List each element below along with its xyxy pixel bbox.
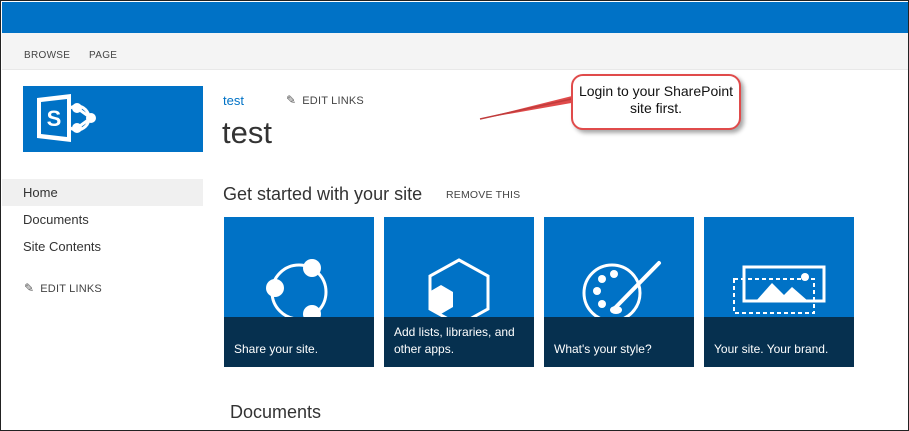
brand-image-icon [704, 217, 854, 317]
breadcrumb[interactable]: test [223, 93, 244, 108]
tile-caption-text: Add lists, libraries, and other apps. [394, 325, 515, 356]
remove-this-link[interactable]: REMOVE THIS [446, 189, 520, 201]
quicklaunch-edit-links-label: EDIT LINKS [40, 283, 102, 295]
palette-icon [544, 217, 694, 323]
get-started-title: Get started with your site [223, 184, 423, 204]
tile-your-brand[interactable]: Your site. Your brand. [704, 217, 854, 367]
documents-heading: Documents [230, 402, 322, 422]
quicklaunch-item-site-contents[interactable]: Site Contents [2, 233, 203, 260]
tile-caption: Share your site. [224, 317, 374, 367]
tab-browse[interactable]: BROWSE [24, 50, 70, 61]
tile-whats-your-style[interactable]: What's your style? [544, 217, 694, 367]
page-title: test [222, 115, 272, 150]
apps-icon [384, 217, 534, 327]
page-frame: BROWSE PAGE S Home Documents Site Conten… [0, 0, 909, 431]
ribbon: BROWSE PAGE [2, 33, 908, 70]
tile-caption-text: Share your site. [234, 342, 319, 356]
tile-share-site[interactable]: Share your site. [224, 217, 374, 367]
tile-caption-text: Your site. Your brand. [714, 342, 829, 356]
top-edit-links-label: EDIT LINKS [302, 95, 364, 107]
quicklaunch-edit-links[interactable]: ✎ EDIT LINKS [24, 281, 102, 295]
callout-text: Login to your SharePoint site first. [578, 83, 734, 116]
share-icon [224, 217, 374, 323]
quicklaunch-item-home[interactable]: Home [2, 179, 203, 206]
top-edit-links[interactable]: ✎ EDIT LINKS [286, 93, 364, 107]
annotation-callout: Login to your SharePoint site first. [571, 74, 741, 130]
sharepoint-logo-icon: S [37, 94, 96, 142]
quicklaunch-item-documents[interactable]: Documents [2, 206, 203, 233]
tile-caption-text: What's your style? [554, 342, 652, 356]
tab-page[interactable]: PAGE [89, 50, 117, 61]
tile-caption: Your site. Your brand. [704, 317, 854, 367]
site-logo[interactable]: S [23, 86, 203, 152]
suite-bar [2, 2, 908, 33]
pencil-icon: ✎ [24, 281, 35, 295]
svg-text:S: S [47, 106, 62, 131]
tile-caption: Add lists, libraries, and other apps. [384, 317, 534, 367]
tile-add-apps[interactable]: Add lists, libraries, and other apps. [384, 217, 534, 367]
tile-caption: What's your style? [544, 317, 694, 367]
quick-launch: Home Documents Site Contents [2, 179, 203, 260]
pencil-icon: ✎ [286, 93, 297, 107]
